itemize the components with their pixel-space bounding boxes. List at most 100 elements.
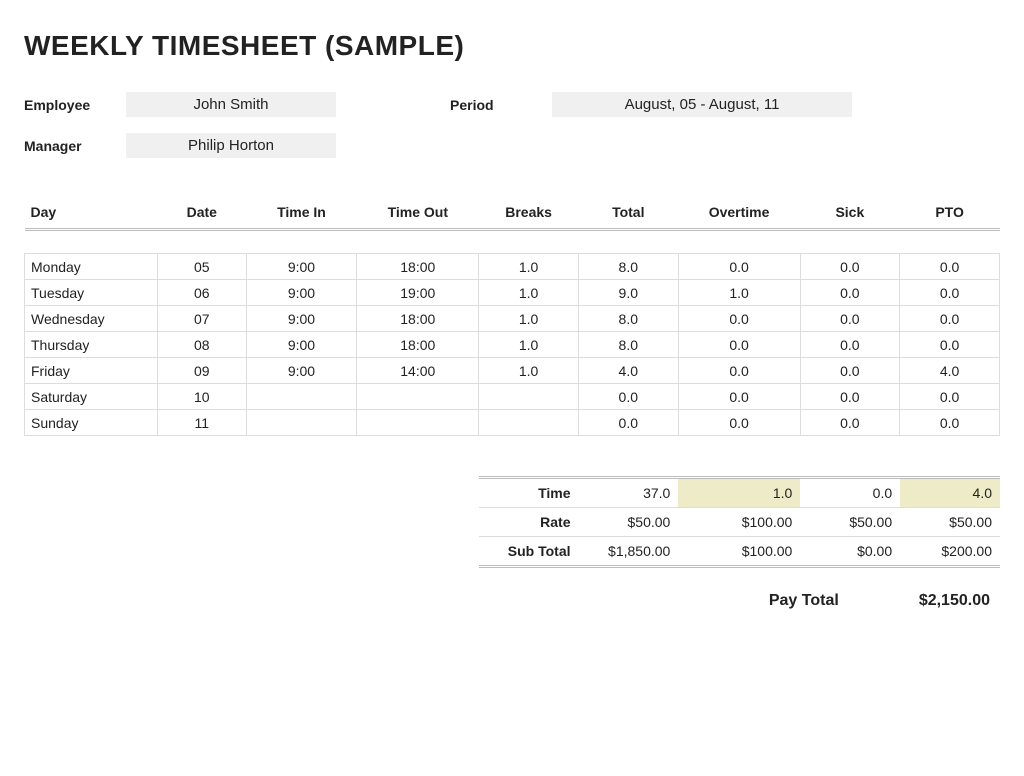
table-row: Saturday100.00.00.00.0	[25, 384, 1000, 410]
cell-ot[interactable]: 0.0	[678, 358, 800, 384]
cell-pto[interactable]: 0.0	[900, 410, 1000, 436]
table-header-row: Day Date Time In Time Out Breaks Total O…	[25, 198, 1000, 230]
employee-label: Employee	[24, 97, 114, 113]
cell-sick[interactable]: 0.0	[800, 306, 900, 332]
cell-ot[interactable]: 1.0	[678, 280, 800, 306]
summary-subtotal-sick: $0.00	[800, 537, 900, 567]
cell-pto[interactable]: 0.0	[900, 254, 1000, 280]
table-row: Sunday110.00.00.00.0	[25, 410, 1000, 436]
cell-date[interactable]: 09	[157, 358, 246, 384]
col-time-out: Time Out	[357, 198, 479, 230]
cell-total[interactable]: 0.0	[578, 410, 678, 436]
cell-pto[interactable]: 0.0	[900, 384, 1000, 410]
cell-total[interactable]: 8.0	[578, 254, 678, 280]
cell-out[interactable]: 19:00	[357, 280, 479, 306]
meta-row-2: Manager Philip Horton	[24, 133, 1000, 158]
col-overtime: Overtime	[678, 198, 800, 230]
summary-time-pto: 4.0	[900, 478, 1000, 508]
cell-date[interactable]: 10	[157, 384, 246, 410]
cell-breaks[interactable]	[479, 410, 579, 436]
cell-pto[interactable]: 0.0	[900, 306, 1000, 332]
summary-rate-ot: $100.00	[678, 508, 800, 537]
cell-day[interactable]: Tuesday	[25, 280, 158, 306]
cell-total[interactable]: 8.0	[578, 332, 678, 358]
summary-rate-total: $50.00	[579, 508, 679, 537]
cell-out[interactable]: 14:00	[357, 358, 479, 384]
pay-total-row: Pay Total $2,150.00	[24, 592, 1000, 610]
cell-ot[interactable]: 0.0	[678, 306, 800, 332]
summary-time-row: Time 37.0 1.0 0.0 4.0	[24, 478, 1000, 508]
cell-ot[interactable]: 0.0	[678, 410, 800, 436]
cell-in[interactable]: 9:00	[246, 358, 357, 384]
cell-date[interactable]: 06	[157, 280, 246, 306]
col-breaks: Breaks	[479, 198, 579, 230]
summary-time-total: 37.0	[579, 478, 679, 508]
cell-out[interactable]	[357, 410, 479, 436]
col-pto: PTO	[900, 198, 1000, 230]
cell-breaks[interactable]: 1.0	[479, 306, 579, 332]
cell-breaks[interactable]: 1.0	[479, 358, 579, 384]
cell-breaks[interactable]	[479, 384, 579, 410]
cell-ot[interactable]: 0.0	[678, 384, 800, 410]
summary-subtotal-row: Sub Total $1,850.00 $100.00 $0.00 $200.0…	[24, 537, 1000, 567]
cell-total[interactable]: 4.0	[578, 358, 678, 384]
col-total: Total	[578, 198, 678, 230]
cell-out[interactable]: 18:00	[357, 306, 479, 332]
manager-field[interactable]: Philip Horton	[126, 133, 336, 158]
cell-sick[interactable]: 0.0	[800, 254, 900, 280]
cell-date[interactable]: 07	[157, 306, 246, 332]
cell-in[interactable]: 9:00	[246, 280, 357, 306]
cell-pto[interactable]: 0.0	[900, 332, 1000, 358]
cell-total[interactable]: 8.0	[578, 306, 678, 332]
cell-date[interactable]: 05	[157, 254, 246, 280]
cell-total[interactable]: 0.0	[578, 384, 678, 410]
table-row: Wednesday079:0018:001.08.00.00.00.0	[25, 306, 1000, 332]
period-field[interactable]: August, 05 - August, 11	[552, 92, 852, 117]
summary-time-label: Time	[479, 478, 579, 508]
cell-day[interactable]: Sunday	[25, 410, 158, 436]
summary-rate-row: Rate $50.00 $100.00 $50.00 $50.00	[24, 508, 1000, 537]
summary-rate-label: Rate	[479, 508, 579, 537]
cell-pto[interactable]: 4.0	[900, 358, 1000, 384]
cell-breaks[interactable]: 1.0	[479, 332, 579, 358]
table-row: Friday099:0014:001.04.00.00.04.0	[25, 358, 1000, 384]
cell-total[interactable]: 9.0	[578, 280, 678, 306]
cell-day[interactable]: Saturday	[25, 384, 158, 410]
cell-ot[interactable]: 0.0	[678, 254, 800, 280]
cell-sick[interactable]: 0.0	[800, 280, 900, 306]
cell-date[interactable]: 11	[157, 410, 246, 436]
cell-breaks[interactable]: 1.0	[479, 280, 579, 306]
cell-in[interactable]: 9:00	[246, 254, 357, 280]
timesheet-table: Day Date Time In Time Out Breaks Total O…	[24, 198, 1000, 436]
cell-out[interactable]	[357, 384, 479, 410]
cell-pto[interactable]: 0.0	[900, 280, 1000, 306]
cell-in[interactable]	[246, 384, 357, 410]
summary-subtotal-ot: $100.00	[678, 537, 800, 567]
summary-rate-sick: $50.00	[800, 508, 900, 537]
cell-breaks[interactable]: 1.0	[479, 254, 579, 280]
summary-table: Time 37.0 1.0 0.0 4.0 Rate $50.00 $100.0…	[24, 476, 1000, 568]
cell-sick[interactable]: 0.0	[800, 410, 900, 436]
summary-subtotal-pto: $200.00	[900, 537, 1000, 567]
cell-in[interactable]: 9:00	[246, 306, 357, 332]
cell-ot[interactable]: 0.0	[678, 332, 800, 358]
cell-out[interactable]: 18:00	[357, 254, 479, 280]
cell-sick[interactable]: 0.0	[800, 332, 900, 358]
summary-time-sick: 0.0	[800, 478, 900, 508]
table-row: Thursday089:0018:001.08.00.00.00.0	[25, 332, 1000, 358]
cell-sick[interactable]: 0.0	[800, 358, 900, 384]
cell-day[interactable]: Friday	[25, 358, 158, 384]
cell-in[interactable]	[246, 410, 357, 436]
employee-field[interactable]: John Smith	[126, 92, 336, 117]
pay-total-label: Pay Total	[769, 592, 839, 610]
cell-date[interactable]: 08	[157, 332, 246, 358]
cell-day[interactable]: Wednesday	[25, 306, 158, 332]
cell-day[interactable]: Thursday	[25, 332, 158, 358]
cell-sick[interactable]: 0.0	[800, 384, 900, 410]
cell-out[interactable]: 18:00	[357, 332, 479, 358]
page-title: WEEKLY TIMESHEET (SAMPLE)	[24, 30, 1000, 62]
cell-day[interactable]: Monday	[25, 254, 158, 280]
col-day: Day	[25, 198, 158, 230]
cell-in[interactable]: 9:00	[246, 332, 357, 358]
col-time-in: Time In	[246, 198, 357, 230]
